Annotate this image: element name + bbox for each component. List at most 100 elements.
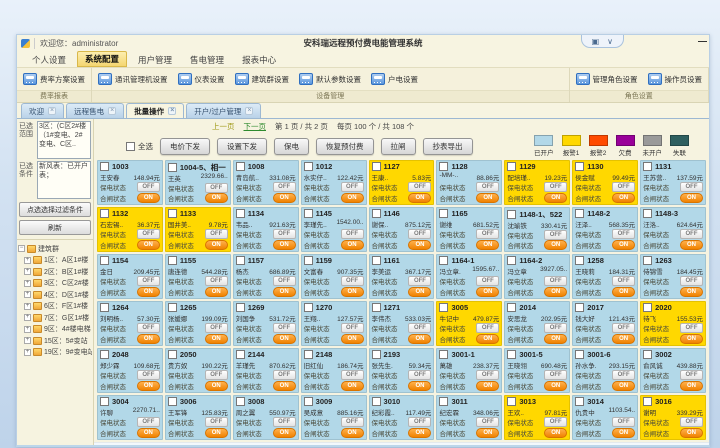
protect-status-toggle[interactable]: OFF bbox=[205, 417, 228, 427]
protect-status-toggle[interactable]: OFF bbox=[273, 323, 296, 333]
protect-status-toggle[interactable]: OFF bbox=[341, 323, 364, 333]
meter-card[interactable]: 3010 纪彩霞.. 117.49元 保电状态 OFF 合闸状态 ON bbox=[369, 395, 435, 440]
card-checkbox[interactable] bbox=[507, 397, 516, 406]
switch-status-toggle[interactable]: ON bbox=[408, 240, 431, 250]
meter-card[interactable]: 3006 王军锋 125.83元 保电状态 OFF 合闸状态 ON bbox=[165, 395, 231, 440]
menu-tab[interactable]: 个人设置 bbox=[25, 53, 73, 67]
meter-card[interactable]: 1008 青岛航.. 331.08元 保电状态 OFF 合闸状态 ON bbox=[233, 160, 299, 205]
protect-status-toggle[interactable]: OFF bbox=[205, 229, 228, 239]
menu-tab[interactable]: 用户管理 bbox=[131, 53, 179, 67]
protect-status-toggle[interactable]: OFF bbox=[680, 276, 703, 286]
menu-tab[interactable]: 系统配置 bbox=[77, 51, 127, 67]
switch-status-toggle[interactable]: ON bbox=[612, 381, 635, 391]
selected-condition-box[interactable]: 新风表：已开户表； bbox=[37, 161, 91, 199]
switch-status-toggle[interactable]: ON bbox=[476, 193, 499, 203]
switch-status-toggle[interactable]: ON bbox=[341, 334, 364, 344]
protect-status-toggle[interactable]: OFF bbox=[544, 182, 567, 192]
switch-status-toggle[interactable]: ON bbox=[341, 287, 364, 297]
document-tab[interactable]: 远程售电 × bbox=[66, 103, 124, 118]
switch-status-toggle[interactable]: ON bbox=[273, 428, 296, 438]
protect-status-toggle[interactable]: OFF bbox=[205, 183, 228, 193]
protect-status-toggle[interactable]: OFF bbox=[612, 417, 635, 427]
expand-expander-icon[interactable]: + bbox=[24, 291, 31, 298]
switch-status-toggle[interactable]: ON bbox=[476, 381, 499, 391]
ribbon-button[interactable]: 户电设置 bbox=[371, 73, 418, 85]
meter-card[interactable]: 1161 李美运 367.17元 保电状态 OFF 合闸状态 ON bbox=[369, 254, 435, 299]
meter-card[interactable]: 1159 文富春 907.35元 保电状态 OFF 合闸状态 ON bbox=[301, 254, 367, 299]
select-all[interactable]: 全选 bbox=[126, 141, 153, 152]
meter-card[interactable]: 1004-5、相一 王英 2329.66.. 保电状态 OFF 合闸状态 O bbox=[165, 160, 231, 205]
ribbon-button[interactable]: 管理角色设置 bbox=[576, 73, 638, 85]
expand-expander-icon[interactable]: + bbox=[24, 257, 31, 264]
switch-status-toggle[interactable]: ON bbox=[476, 240, 499, 250]
switch-status-toggle[interactable]: ON bbox=[612, 193, 635, 203]
ribbon-button[interactable]: 操作员设置 bbox=[648, 73, 703, 85]
meter-card[interactable]: 3001-5 王晓翎 690.48元 保电状态 OFF 合闸状态 ON bbox=[504, 348, 570, 393]
select-all-checkbox[interactable] bbox=[126, 142, 135, 151]
tree-item[interactable]: + 7区：G区1#楼 bbox=[24, 313, 92, 323]
switch-status-toggle[interactable]: ON bbox=[137, 287, 160, 297]
document-tab[interactable]: 欢迎 × bbox=[21, 103, 64, 118]
protect-status-toggle[interactable]: OFF bbox=[273, 417, 296, 427]
protect-status-toggle[interactable]: OFF bbox=[476, 417, 499, 427]
switch-status-toggle[interactable]: ON bbox=[341, 240, 364, 250]
meter-card[interactable]: 1265 张媛娜 199.09元 保电状态 OFF 合闸状态 ON bbox=[165, 301, 231, 346]
menu-tab[interactable]: 报表中心 bbox=[235, 53, 283, 67]
switch-status-toggle[interactable]: ON bbox=[680, 193, 703, 203]
card-checkbox[interactable] bbox=[643, 397, 652, 406]
switch-status-toggle[interactable]: ON bbox=[408, 428, 431, 438]
card-checkbox[interactable] bbox=[372, 256, 381, 265]
protect-status-toggle[interactable]: OFF bbox=[137, 182, 160, 192]
card-checkbox[interactable] bbox=[643, 256, 652, 265]
switch-status-toggle[interactable]: ON bbox=[408, 334, 431, 344]
protect-status-toggle[interactable]: OFF bbox=[476, 229, 499, 239]
card-checkbox[interactable] bbox=[168, 163, 177, 172]
meter-card[interactable]: 2014 安思龙 202.95元 保电状态 OFF 合闸状态 ON bbox=[504, 301, 570, 346]
card-checkbox[interactable] bbox=[236, 162, 245, 171]
meter-card[interactable]: 1146 谢保.. 875.12元 保电状态 OFF 合闸状态 ON bbox=[369, 207, 435, 252]
protect-status-toggle[interactable]: OFF bbox=[341, 182, 364, 192]
meter-card[interactable]: 1134 韦品.. 921.63元 保电状态 OFF 合闸状态 ON bbox=[233, 207, 299, 252]
switch-status-toggle[interactable]: ON bbox=[544, 381, 567, 391]
switch-status-toggle[interactable]: ON bbox=[612, 287, 635, 297]
card-checkbox[interactable] bbox=[168, 350, 177, 359]
tree-item[interactable]: + 4区：D区1#楼（.. bbox=[24, 290, 92, 300]
meter-card[interactable]: 1264 刘明杨.. 57.30元 保电状态 OFF 合闸状态 ON bbox=[97, 301, 163, 346]
protect-status-toggle[interactable]: OFF bbox=[544, 370, 567, 380]
switch-status-toggle[interactable]: ON bbox=[273, 287, 296, 297]
card-checkbox[interactable] bbox=[575, 303, 584, 312]
protect-status-toggle[interactable]: OFF bbox=[408, 229, 431, 239]
action-button[interactable]: 抄表导出 bbox=[423, 138, 473, 155]
protect-status-toggle[interactable]: OFF bbox=[341, 276, 364, 286]
prev-page-link[interactable]: 上一页 bbox=[212, 121, 235, 132]
card-checkbox[interactable] bbox=[643, 209, 652, 218]
tab-close-icon[interactable]: × bbox=[48, 107, 56, 115]
switch-status-toggle[interactable]: ON bbox=[205, 334, 228, 344]
switch-status-toggle[interactable]: ON bbox=[341, 428, 364, 438]
switch-status-toggle[interactable]: ON bbox=[680, 381, 703, 391]
protect-status-toggle[interactable]: OFF bbox=[612, 323, 635, 333]
expand-expander-icon[interactable]: + bbox=[24, 303, 31, 310]
card-checkbox[interactable] bbox=[643, 162, 652, 171]
card-checkbox[interactable] bbox=[372, 350, 381, 359]
protect-status-toggle[interactable]: OFF bbox=[680, 182, 703, 192]
protect-status-toggle[interactable]: OFF bbox=[137, 417, 160, 427]
expand-expander-icon[interactable]: + bbox=[24, 268, 31, 275]
action-button[interactable]: 拉闸 bbox=[381, 138, 416, 155]
switch-status-toggle[interactable]: ON bbox=[408, 287, 431, 297]
meter-card[interactable]: 1271 李伟杰 533.03元 保电状态 OFF 合闸状态 ON bbox=[369, 301, 435, 346]
card-checkbox[interactable] bbox=[304, 209, 313, 218]
card-checkbox[interactable] bbox=[100, 162, 109, 171]
switch-status-toggle[interactable]: ON bbox=[341, 193, 364, 203]
card-checkbox[interactable] bbox=[236, 256, 245, 265]
meter-card[interactable]: 2148 旧红仙 186.74元 保电状态 OFF 合闸状态 ON bbox=[301, 348, 367, 393]
protect-status-toggle[interactable]: OFF bbox=[137, 276, 160, 286]
action-button[interactable]: 恢复预付费 bbox=[316, 138, 374, 155]
card-checkbox[interactable] bbox=[304, 256, 313, 265]
tree-item[interactable]: + 9区：4#楼电梯（.. bbox=[24, 324, 92, 334]
tab-close-icon[interactable]: × bbox=[108, 107, 116, 115]
meter-card[interactable]: 1145 李瑾先.. 1542.00.. 保电状态 OFF 合闸状态 ON bbox=[301, 207, 367, 252]
ribbon-button[interactable]: 仪表设置 bbox=[178, 73, 225, 85]
card-checkbox[interactable] bbox=[575, 350, 584, 359]
card-checkbox[interactable] bbox=[575, 162, 584, 171]
